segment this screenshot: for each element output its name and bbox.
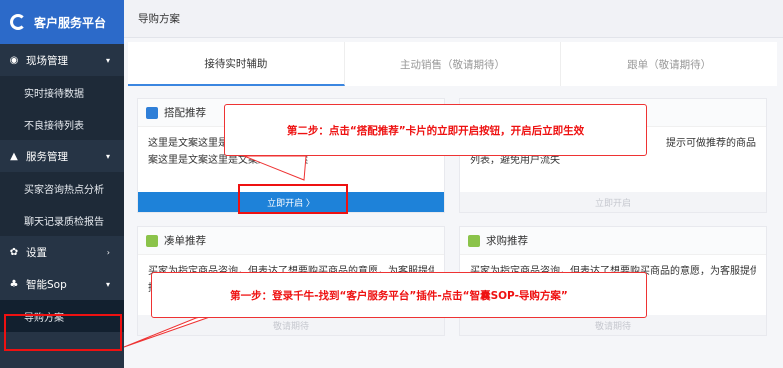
- tab-label: 跟单（敬请期待）: [627, 58, 712, 71]
- tab-realtime-assist[interactable]: 接待实时辅助: [128, 42, 345, 86]
- card-header: 求购推荐: [460, 227, 766, 255]
- menu-item-label: 买家咨询热点分析: [24, 184, 104, 196]
- chevron-down-icon: ▾: [105, 55, 110, 65]
- brand[interactable]: 客户服务平台: [0, 0, 124, 44]
- service-icon: ▲: [10, 150, 18, 162]
- card-title: 求购推荐: [486, 235, 528, 247]
- purchase-icon: [468, 234, 480, 247]
- tab-label: 主动销售（敬请期待）: [400, 58, 505, 71]
- menu-item-label: 不良接待列表: [24, 120, 84, 132]
- sop-icon: ♣: [9, 278, 19, 290]
- menu-group-label: 服务管理: [26, 150, 68, 163]
- tab-follow-order[interactable]: 跟单（敬请期待）: [561, 42, 777, 86]
- callout-step2: 第二步：点击“搭配推荐”卡片的立即开启按钮，开启后立即生效: [224, 104, 647, 156]
- menu-group-service[interactable]: ▲ 服务管理 ▾: [0, 140, 124, 172]
- chevron-down-icon: ▾: [105, 151, 110, 161]
- scene-icon: ◉: [9, 54, 19, 66]
- highlight-box-menu: [4, 314, 122, 351]
- list-icon: [146, 106, 158, 119]
- page-header: 导购方案: [124, 0, 783, 38]
- callout-text: 第一步：登录千牛-找到“客户服务平台”插件-点击“智囊SOP-导购方案”: [230, 289, 568, 302]
- page-title: 导购方案: [138, 13, 180, 25]
- menu-item-chat-quality[interactable]: 聊天记录质检报告: [0, 204, 124, 236]
- menu-group-settings[interactable]: ✿ 设置 ›: [0, 236, 124, 268]
- coming-soon-button[interactable]: 敬请期待: [460, 315, 766, 335]
- callout-step1: 第一步：登录千牛-找到“客户服务平台”插件-点击“智囊SOP-导购方案”: [151, 272, 647, 318]
- logo-icon: [10, 14, 26, 30]
- menu-group-label: 设置: [26, 246, 47, 259]
- menu-group-label: 智能Sop: [26, 278, 67, 291]
- bundle-icon: [146, 234, 158, 247]
- card-title: 搭配推荐: [164, 107, 206, 119]
- chevron-down-icon: ▾: [105, 279, 110, 289]
- brand-title: 客户服务平台: [34, 15, 107, 30]
- menu-group-scene[interactable]: ◉ 现场管理 ▾: [0, 44, 124, 76]
- callout-text: 第二步：点击“搭配推荐”卡片的立即开启按钮，开启后立即生效: [286, 124, 585, 137]
- menu-item-bad-reception[interactable]: 不良接待列表: [0, 108, 124, 140]
- enable-now-button-disabled[interactable]: 立即开启: [460, 192, 766, 212]
- card-title: 凑单推荐: [164, 235, 206, 247]
- tab-active-sales[interactable]: 主动销售（敬请期待）: [345, 42, 562, 86]
- menu-item-realtime-data[interactable]: 实时接待数据: [0, 76, 124, 108]
- highlight-box-button: [238, 184, 348, 214]
- menu-item-hotspot-analysis[interactable]: 买家咨询热点分析: [0, 172, 124, 204]
- coming-soon-button[interactable]: 敬请期待: [138, 315, 444, 335]
- tab-label: 接待实时辅助: [204, 57, 268, 70]
- chevron-right-icon: ›: [106, 247, 110, 257]
- card-header: 凑单推荐: [138, 227, 444, 255]
- sidebar: 客户服务平台 ◉ 现场管理 ▾ 实时接待数据 不良接待列表 ▲ 服务管理 ▾ 买…: [0, 0, 124, 368]
- gear-icon: ✿: [9, 246, 19, 258]
- menu-item-label: 实时接待数据: [24, 88, 84, 100]
- menu-group-smart-sop[interactable]: ♣ 智能Sop ▾: [0, 268, 124, 300]
- menu-group-label: 现场管理: [26, 54, 68, 67]
- menu-item-label: 聊天记录质检报告: [24, 216, 104, 228]
- tab-bar: 接待实时辅助 主动销售（敬请期待） 跟单（敬请期待）: [128, 42, 777, 86]
